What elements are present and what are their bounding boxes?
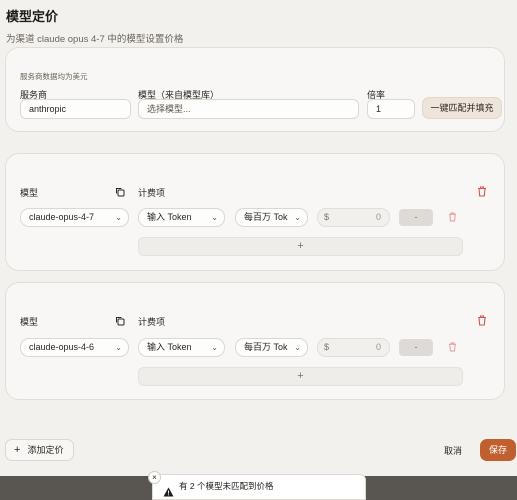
save-button[interactable]: 保存 bbox=[480, 439, 516, 461]
chevron-down-icon: ⌄ bbox=[115, 343, 122, 352]
toast-close-button[interactable]: × bbox=[148, 471, 161, 484]
unit-value: 每百万 Tok bbox=[244, 212, 288, 222]
copy-icon[interactable] bbox=[115, 187, 125, 197]
chevron-down-icon: ⌄ bbox=[211, 343, 218, 352]
currency-note: 服务商数据均为美元 bbox=[20, 72, 88, 81]
match-fill-button[interactable]: 一键匹配并填充 bbox=[422, 97, 502, 119]
add-pricing-button[interactable]: + 添加定价 bbox=[5, 439, 74, 461]
delete-model-icon[interactable] bbox=[477, 315, 487, 326]
price-placeholder: 0 bbox=[375, 342, 381, 352]
delete-model-icon[interactable] bbox=[477, 186, 487, 197]
provider-card: 服务商数据均为美元 服务商 anthropic 模型（来自模型库） 选择模型..… bbox=[5, 47, 505, 132]
currency-symbol: $ bbox=[324, 212, 330, 222]
dialog-subtitle: 为渠道 claude opus 4-7 中的模型设置价格 bbox=[6, 34, 184, 45]
warning-icon bbox=[163, 487, 174, 497]
billing-label: 计费项 bbox=[138, 317, 166, 327]
provider-input[interactable]: anthropic bbox=[20, 99, 131, 119]
add-billing-item-button[interactable]: + bbox=[138, 367, 463, 386]
price-result: - bbox=[399, 339, 433, 356]
toast-message: 有 2 个模型未匹配到价格 bbox=[179, 481, 274, 491]
currency-symbol: $ bbox=[324, 342, 330, 352]
price-input[interactable]: $ 0 bbox=[317, 208, 390, 227]
billing-item-value: 输入 Token bbox=[147, 212, 192, 222]
model-label: 模型 bbox=[20, 317, 39, 327]
model-select-value: claude-opus-4-6 bbox=[29, 342, 95, 352]
copy-icon[interactable] bbox=[115, 316, 125, 326]
model-select[interactable]: claude-opus-4-6 ⌄ bbox=[20, 338, 129, 357]
chevron-down-icon: ⌄ bbox=[211, 213, 218, 222]
model-pricing-card: 模型 计费项 claude-opus-4-7 ⌄ 输入 Token ⌄ 每百万 … bbox=[5, 153, 505, 271]
price-placeholder: 0 bbox=[375, 212, 381, 222]
rate-input[interactable]: 1 bbox=[367, 99, 415, 119]
billing-item-value: 输入 Token bbox=[147, 342, 192, 352]
add-pricing-label: 添加定价 bbox=[27, 445, 64, 455]
billing-label: 计费项 bbox=[138, 188, 166, 198]
unit-select[interactable]: 每百万 Tok ⌄ bbox=[235, 338, 308, 357]
delete-row-icon[interactable] bbox=[448, 212, 457, 222]
model-label: 模型 bbox=[20, 188, 39, 198]
unit-select[interactable]: 每百万 Tok ⌄ bbox=[235, 208, 308, 227]
price-result: - bbox=[399, 209, 433, 226]
chevron-down-icon: ⌄ bbox=[115, 213, 122, 222]
cancel-button[interactable]: 取消 bbox=[444, 444, 462, 457]
model-select-input[interactable]: 选择模型... bbox=[138, 99, 359, 119]
model-select[interactable]: claude-opus-4-7 ⌄ bbox=[20, 208, 129, 227]
warning-toast: 有 2 个模型未匹配到价格 bbox=[152, 474, 366, 500]
plus-icon: + bbox=[14, 444, 21, 456]
billing-item-select[interactable]: 输入 Token ⌄ bbox=[138, 338, 225, 357]
model-pricing-card: 模型 计费项 claude-opus-4-6 ⌄ 输入 Token ⌄ 每百万 … bbox=[5, 282, 505, 400]
unit-value: 每百万 Tok bbox=[244, 342, 288, 352]
delete-row-icon[interactable] bbox=[448, 342, 457, 352]
billing-item-select[interactable]: 输入 Token ⌄ bbox=[138, 208, 225, 227]
model-select-value: claude-opus-4-7 bbox=[29, 212, 95, 222]
dialog-title: 模型定价 bbox=[6, 9, 59, 24]
add-billing-item-button[interactable]: + bbox=[138, 237, 463, 256]
price-input[interactable]: $ 0 bbox=[317, 338, 390, 357]
dialog-header: 模型定价 为渠道 claude opus 4-7 中的模型设置价格 bbox=[6, 6, 183, 45]
chevron-down-icon: ⌄ bbox=[294, 213, 301, 222]
chevron-down-icon: ⌄ bbox=[294, 343, 301, 352]
